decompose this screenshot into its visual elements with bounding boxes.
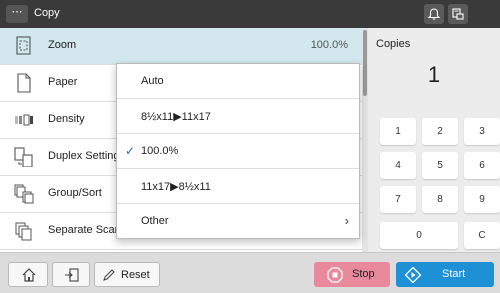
app-title: Copy [34, 7, 60, 19]
bottom-bar: Reset Stop Start [0, 252, 500, 293]
access-button[interactable] [52, 262, 90, 287]
zoom-value: 100.0% [310, 39, 348, 51]
option-label: 11x17▶8½x11 [141, 181, 211, 193]
key-5[interactable]: 5 [422, 152, 458, 179]
zoom-option-other[interactable]: Other › [117, 204, 359, 239]
start-label: Start [442, 268, 466, 280]
scrollbar-thumb[interactable] [363, 30, 367, 96]
key-3[interactable]: 3 [464, 118, 500, 145]
density-label: Density [48, 113, 85, 125]
hdd-status-icon[interactable] [448, 4, 468, 24]
zoom-option-auto[interactable]: Auto [117, 64, 359, 99]
stop-button[interactable]: Stop [314, 262, 390, 287]
start-icon [404, 266, 422, 289]
duplex-label: Duplex Setting [48, 150, 120, 162]
pencil-icon [101, 267, 117, 283]
density-icon [14, 110, 34, 130]
option-label: 8½x11▶11x17 [141, 111, 211, 123]
paper-label: Paper [48, 76, 78, 88]
zoom-option-100-percent[interactable]: ✓ 100.0% [117, 134, 359, 169]
bell-icon[interactable] [424, 4, 444, 24]
chevron-right-icon: › [344, 213, 349, 228]
reset-button[interactable]: Reset [94, 262, 160, 287]
stop-icon [326, 266, 344, 289]
separate-scan-label: Separate Scan [48, 224, 121, 236]
reset-label: Reset [121, 269, 150, 281]
home-icon [9, 263, 47, 287]
group-sort-label: Group/Sort [48, 187, 102, 199]
key-0[interactable]: 0 [380, 222, 458, 249]
key-8[interactable]: 8 [422, 186, 458, 213]
duplex-icon [14, 147, 34, 168]
key-9[interactable]: 9 [464, 186, 500, 213]
option-label: 100.0% [141, 145, 179, 157]
start-button[interactable]: Start [396, 262, 494, 287]
copies-label: Copies [376, 38, 411, 50]
menu-button[interactable]: ⋯ [6, 5, 28, 23]
zoom-dropdown-menu: Auto 8½x11▶11x17 ✓ 100.0% 11x17▶8½x11 Ot… [116, 63, 360, 239]
zoom-label: Zoom [48, 39, 77, 51]
group-sort-icon [14, 184, 34, 204]
zoom-option-ledger-to-letter[interactable]: 11x17▶8½x11 [117, 169, 359, 204]
option-label: Other [141, 215, 169, 227]
zoom-icon [14, 36, 34, 56]
separate-scan-icon [14, 221, 34, 241]
title-bar: ⋯ Copy [0, 0, 500, 28]
checkmark-icon: ✓ [125, 144, 136, 158]
key-2[interactable]: 2 [422, 118, 458, 145]
option-label: Auto [141, 75, 164, 87]
key-clear[interactable]: C [464, 222, 500, 249]
access-icon [53, 263, 89, 287]
key-1[interactable]: 1 [380, 118, 416, 145]
key-4[interactable]: 4 [380, 152, 416, 179]
key-6[interactable]: 6 [464, 152, 500, 179]
zoom-row[interactable]: Zoom 100.0% [0, 28, 362, 65]
key-7[interactable]: 7 [380, 186, 416, 213]
copies-panel: Copies 1 1 2 3 4 5 6 7 8 9 0 C [368, 28, 500, 252]
paper-icon [14, 73, 34, 93]
home-button[interactable] [8, 262, 48, 287]
stop-label: Stop [352, 268, 375, 280]
zoom-option-letter-to-ledger[interactable]: 8½x11▶11x17 [117, 99, 359, 134]
copies-count[interactable]: 1 [368, 62, 500, 88]
